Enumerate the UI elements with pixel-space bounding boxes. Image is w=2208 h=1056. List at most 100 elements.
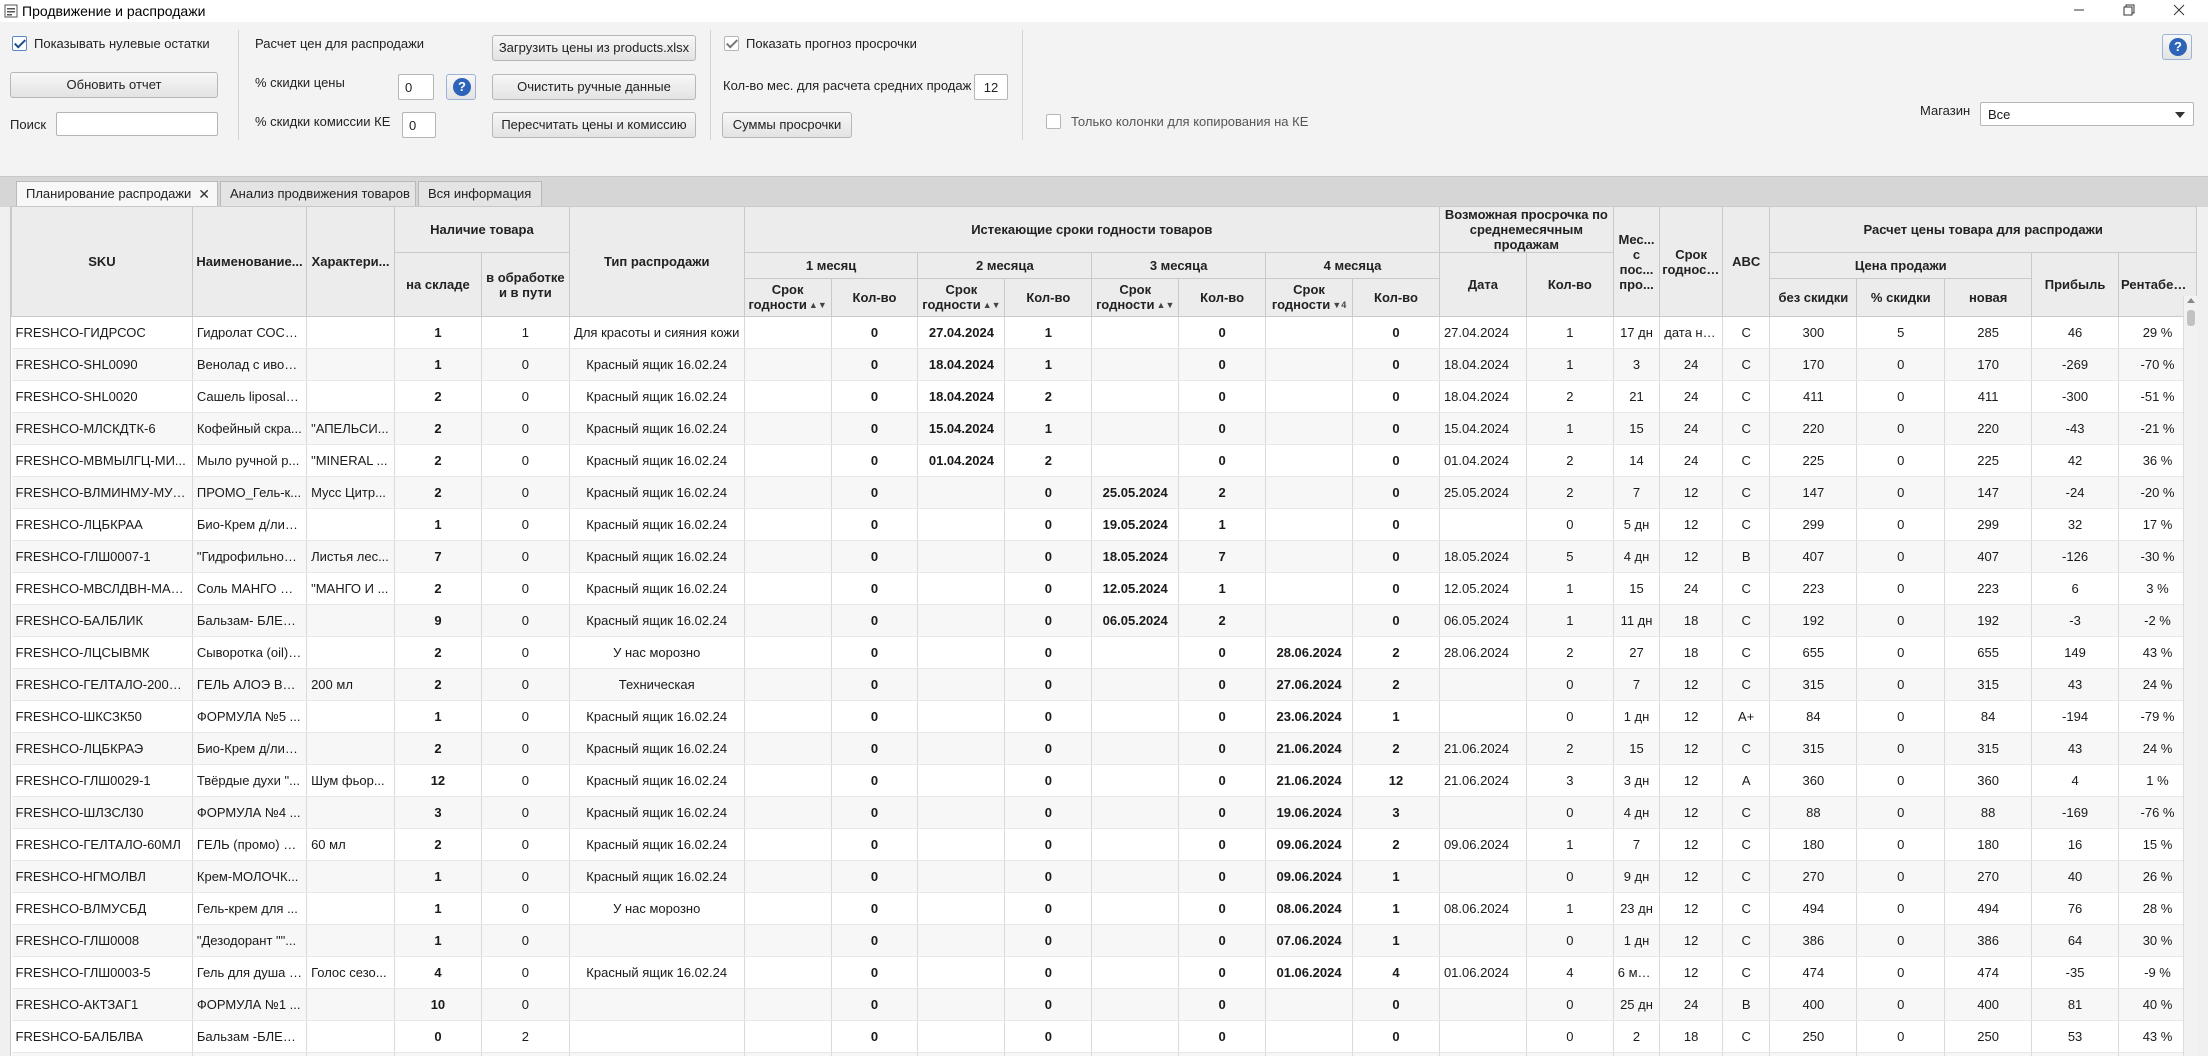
cell-m3-qty[interactable]: 0 [1178, 828, 1267, 861]
cell-m2-qty[interactable]: 0 [1004, 1020, 1093, 1053]
cell-m2-qty[interactable]: 0 [1004, 668, 1093, 701]
cell-no-discount[interactable]: 315 [1769, 668, 1858, 701]
cell-abc[interactable]: C [1722, 892, 1771, 925]
cell-shelf-life[interactable]: 24 [1659, 412, 1723, 445]
cell-m2-expiry[interactable] [917, 988, 1006, 1021]
col-overdue-date[interactable]: Дата [1438, 252, 1527, 317]
load-prices-button[interactable]: Загрузить цены из products.xlsx [492, 35, 696, 61]
col-m2-expiry[interactable]: Срок годности ▲▼ [917, 278, 1006, 317]
cell-overdue-qty[interactable]: 1 [1526, 572, 1614, 605]
cell-m1-qty[interactable]: 0 [831, 412, 919, 445]
cell-m2-qty[interactable]: 0 [1004, 1052, 1093, 1056]
cell-m1-expiry[interactable] [744, 444, 832, 477]
table-row[interactable]: FRESHCO-ГЛШ0003-5 Гель для душа к... Голос… [11, 956, 2197, 989]
cell-sale-type[interactable]: Красный ящик 16.02.24 [569, 412, 745, 445]
cell-no-discount[interactable]: 411 [1769, 380, 1858, 413]
cell-new-price[interactable]: 400 [1944, 988, 2033, 1021]
cell-m2-qty[interactable]: 1 [1004, 348, 1093, 381]
cell-overdue-date[interactable] [1439, 988, 1527, 1021]
cell-shelf-life[interactable]: 12 [1659, 796, 1723, 829]
cell-new-price[interactable]: 407 [1944, 540, 2033, 573]
cell-m4-expiry[interactable] [1265, 444, 1353, 477]
col-pct-discount[interactable]: % скидки [1856, 278, 1946, 317]
cell-no-discount[interactable]: 223 [1769, 572, 1858, 605]
cell-no-discount[interactable]: 315 [1769, 732, 1858, 765]
cell-profit[interactable]: 149 [2031, 636, 2120, 669]
cell-name[interactable]: ПРОМО_Гель-к... [192, 476, 308, 509]
cell-m3-expiry[interactable] [1091, 348, 1180, 381]
data-grid[interactable]: SKU Наименование... Характери... Наличие… [10, 206, 2197, 1056]
cell-m1-qty[interactable]: 0 [831, 1020, 919, 1053]
cell-sale-type[interactable] [569, 924, 745, 957]
cell-m4-qty[interactable]: 2 [1352, 732, 1440, 765]
cell-m2-expiry[interactable] [917, 924, 1006, 957]
table-row[interactable]: FRESHCO-ЛЦБКРАЭ Био-Крем д/лиц... 2 0 Красны… [11, 732, 2197, 765]
cell-m3-expiry[interactable]: 19.05.2024 [1091, 508, 1180, 541]
cell-new-price[interactable]: 220 [1944, 412, 2033, 445]
cell-m4-qty[interactable]: 2 [1352, 636, 1440, 669]
cell-shelf-life[interactable]: 12 [1659, 892, 1723, 925]
cell-m2-expiry[interactable] [917, 508, 1006, 541]
cell-abc[interactable]: C [1722, 476, 1771, 509]
cell-m4-qty[interactable]: 2 [1352, 828, 1440, 861]
cell-m3-qty[interactable]: 0 [1178, 700, 1267, 733]
col-m2-qty[interactable]: Кол-во [1004, 278, 1093, 317]
cell-m2-qty[interactable]: 0 [1004, 572, 1093, 605]
cell-in-stock[interactable]: 2 [394, 444, 482, 477]
cell-m4-expiry[interactable] [1265, 316, 1353, 349]
cell-in-stock[interactable]: 2 [394, 572, 482, 605]
cell-m2-expiry[interactable] [917, 476, 1006, 509]
cell-m1-expiry[interactable] [744, 316, 832, 349]
cell-no-discount[interactable]: 250 [1769, 1020, 1858, 1053]
cell-m1-expiry[interactable] [744, 796, 832, 829]
cell-in-process[interactable]: 0 [481, 540, 570, 573]
cell-profit[interactable]: -169 [2031, 796, 2120, 829]
scroll-up-icon[interactable] [2187, 298, 2195, 303]
cell-m1-qty[interactable]: 0 [831, 700, 919, 733]
cell-profit[interactable]: 81 [2031, 988, 2120, 1021]
cell-months-left[interactable]: 21 [1613, 380, 1661, 413]
cell-pct-discount[interactable]: 0 [1856, 380, 1946, 413]
cell-m4-qty[interactable]: 0 [1352, 1020, 1440, 1053]
cell-months-left[interactable]: 5 дн [1613, 508, 1661, 541]
cell-m3-expiry[interactable] [1091, 860, 1180, 893]
cell-overdue-date[interactable] [1439, 860, 1527, 893]
cell-name[interactable]: Био-Крем д/лиц... [192, 732, 308, 765]
cell-m2-expiry[interactable] [917, 956, 1006, 989]
col-no-discount[interactable]: без скидки [1769, 278, 1858, 317]
cell-char[interactable] [306, 924, 395, 957]
cell-m1-qty[interactable]: 0 [831, 668, 919, 701]
cell-months-left[interactable]: 1 дн [1613, 700, 1661, 733]
cell-sale-type[interactable]: Красный ящик 16.02.24 [569, 604, 745, 637]
cell-m3-expiry[interactable]: 25.05.2024 [1091, 476, 1180, 509]
cell-overdue-date[interactable]: 01.06.2024 [1439, 956, 1527, 989]
cell-char[interactable]: Листья лес... [306, 540, 395, 573]
cell-new-price[interactable]: 84 [1944, 700, 2033, 733]
cell-in-stock[interactable]: 9 [394, 604, 482, 637]
cell-overdue-qty[interactable]: 0 [1526, 508, 1614, 541]
cell-pct-discount[interactable]: 0 [1856, 540, 1946, 573]
cell-overdue-date[interactable]: 01.04.2024 [1439, 444, 1527, 477]
cell-pct-discount[interactable]: 0 [1856, 476, 1946, 509]
cell-m1-expiry[interactable] [744, 1020, 832, 1053]
col-m4-qty[interactable]: Кол-во [1351, 278, 1440, 317]
cell-new-price[interactable]: 315 [1944, 732, 2033, 765]
cell-overdue-date[interactable]: 25.05.2024 [1439, 476, 1527, 509]
cell-in-process[interactable]: 0 [481, 348, 570, 381]
cell-char[interactable] [306, 380, 395, 413]
cell-pct-discount[interactable]: 0 [1856, 956, 1946, 989]
scroll-thumb[interactable] [2187, 310, 2195, 326]
cell-new-price[interactable]: 285 [1944, 316, 2033, 349]
cell-overdue-qty[interactable]: 1 [1526, 604, 1614, 637]
cell-in-process[interactable]: 0 [481, 892, 570, 925]
cell-abc[interactable]: B [1722, 988, 1771, 1021]
cell-overdue-qty[interactable]: 2 [1526, 732, 1614, 765]
cell-m4-qty[interactable]: 1 [1352, 924, 1440, 957]
cell-sale-type[interactable]: Красный ящик 16.02.24 [569, 380, 745, 413]
cell-m1-expiry[interactable] [744, 892, 832, 925]
cell-pct-discount[interactable]: 0 [1856, 892, 1946, 925]
cell-m4-qty[interactable]: 0 [1352, 572, 1440, 605]
cell-name[interactable]: ГЕЛЬ АЛОЭ ВЕР... [192, 668, 308, 701]
cell-overdue-qty[interactable]: 3 [1526, 764, 1614, 797]
cell-overdue-date[interactable] [1439, 700, 1527, 733]
